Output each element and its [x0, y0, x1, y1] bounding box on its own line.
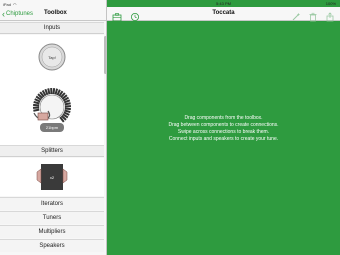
wand-icon: [292, 13, 300, 21]
wifi-icon: ◠: [13, 1, 17, 7]
tap-input-component[interactable]: Tap!: [38, 43, 66, 71]
dial-tick: [33, 108, 40, 112]
toolbox-nav-bar: ‹ Chiptunes Toolbox: [0, 7, 106, 21]
dial-tick: [52, 88, 56, 95]
share-button[interactable]: [325, 9, 335, 22]
back-button-label: Chiptunes: [6, 11, 34, 17]
metronome-bpm-label: 21bpm: [46, 125, 59, 130]
dial-tick: [33, 103, 40, 107]
chevron-left-icon: ‹: [2, 8, 5, 19]
dial-tick: [64, 102, 71, 106]
instruction-line: Swipe across connections to break them.: [177, 129, 270, 135]
main-nav-bar: Toccata: [107, 7, 340, 22]
splitters-panel: x2: [0, 158, 104, 196]
canvas-instructions: Drag components from the toolbox. Drag b…: [107, 115, 340, 143]
back-button[interactable]: ‹ Chiptunes: [2, 9, 33, 19]
section-header-splitters[interactable]: Splitters: [0, 145, 104, 157]
instruction-line: Connect inputs and speakers to create yo…: [168, 136, 279, 142]
dial-tick: [64, 107, 71, 111]
instruction-line: Drag components from the toolbox.: [184, 115, 263, 121]
carrier-label: iPad: [3, 1, 12, 7]
app-window: iPad ◠ ‹ Chiptunes Toolbox Inputs Tap! 2…: [0, 0, 340, 255]
metronome-input-component[interactable]: 21bpm: [32, 87, 72, 132]
undo-button[interactable]: [291, 9, 301, 21]
dial-tick: [47, 88, 51, 95]
toolbox-title: Toolbox: [44, 10, 67, 16]
composition-title: Toccata: [212, 10, 235, 16]
composition-canvas[interactable]: 5:43 PM 100% Toccata Drag components fro…: [107, 0, 340, 255]
section-multipliers[interactable]: Multipliers: [0, 225, 104, 238]
instruction-line: Drag between components to create connec…: [168, 122, 279, 128]
dial-tick: [64, 109, 71, 114]
tap-input-label: Tap!: [48, 55, 56, 60]
trash-button[interactable]: [308, 9, 318, 22]
section-speakers[interactable]: Speakers: [0, 239, 104, 252]
dial-tick: [33, 100, 40, 105]
splitter-component[interactable]: x2: [0, 158, 104, 196]
toolbox-sidebar: iPad ◠ ‹ Chiptunes Toolbox Inputs Tap! 2…: [0, 0, 107, 255]
section-iterators[interactable]: Iterators: [0, 197, 104, 210]
inputs-components-svg: Tap! 21bpm: [32, 43, 72, 132]
trash-icon: [309, 12, 317, 22]
section-tuners[interactable]: Tuners: [0, 211, 104, 224]
share-icon: [326, 12, 334, 22]
section-header-inputs[interactable]: Inputs: [0, 22, 104, 34]
dial-tick: [54, 88, 59, 95]
status-time: 5:43 PM: [216, 1, 231, 6]
battery-indicator: 100%: [325, 1, 336, 6]
inputs-panel: Tap! 21bpm: [0, 35, 104, 145]
